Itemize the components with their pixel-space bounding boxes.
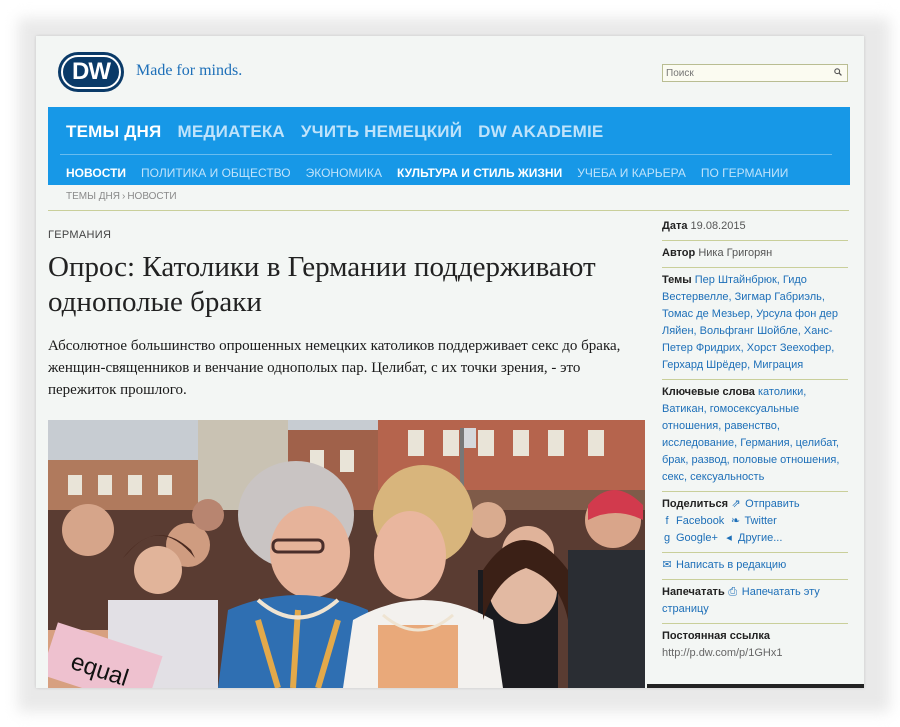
subnav-item-culture[interactable]: КУЛЬТУРА И СТИЛЬ ЖИЗНИ [397,166,562,180]
main-navigation: ТЕМЫ ДНЯ МЕДИАТЕКА УЧИТЬ НЕМЕЦКИЙ DW AKADEM… [48,107,850,185]
nav-divider [60,154,832,155]
date-value: 19.08.2015 [690,220,746,232]
keywords-links[interactable]: католики, Ватикан, гомосексуальные отнош… [662,386,839,483]
share-google-link[interactable]: Google+ [676,530,718,547]
search-input[interactable] [665,66,826,80]
search-box [662,64,848,82]
topics-links[interactable]: Пер Штайнбрюк, Гидо Вестервелле, Зигмар … [662,274,838,371]
sidebar-teaser-edge [647,684,864,688]
share-other-link[interactable]: Другие... [738,530,782,547]
tagline: Made for minds. [136,62,243,79]
permalink-value[interactable]: http://p.dw.com/p/1GHx1 [662,645,848,662]
meta-author: Автор Ника Григорян [662,241,848,268]
meta-share: Поделиться ⇗ Отправить f Facebook ❧ Twitter… [662,492,848,553]
nav-item-topics-of-day[interactable]: ТЕМЫ ДНЯ [66,122,161,142]
meta-topics: Темы Пер Штайнбрюк, Гидо Вестервелле, Зи… [662,268,848,380]
printer-icon: ⎙ [728,586,738,598]
secondary-nav: НОВОСТИ ПОЛИТИКА И ОБЩЕСТВО ЭКОНОМИКА КУЛЬТ… [66,164,803,182]
share-facebook-link[interactable]: Facebook [676,513,724,530]
divider-line [48,210,849,211]
facebook-icon: f [665,515,669,527]
article-kicker[interactable]: ГЕРМАНИЯ [48,229,111,241]
meta-permalink: Постоянная ссылка http://p.dw.com/p/1GHx… [662,624,848,667]
share-label: Поделиться [662,498,729,510]
author-value: Ника Григорян [698,247,773,259]
date-label: Дата [662,220,688,232]
twitter-icon: ❧ [730,515,741,527]
subnav-item-career[interactable]: УЧЕБА И КАРЬЕРА [577,166,686,180]
subnav-item-news[interactable]: НОВОСТИ [66,166,126,180]
permalink-label: Постоянная ссылка [662,630,770,642]
author-label: Автор [662,247,696,259]
write-editor-link[interactable]: Написать в редакцию [676,557,786,574]
search-icon[interactable] [834,68,842,76]
print-label: Напечатать [662,586,725,598]
share-send-link[interactable]: Отправить [745,496,800,513]
subnav-item-germany[interactable]: ПО ГЕРМАНИИ [701,166,789,180]
nav-item-dw-akademie[interactable]: DW AKADEMIE [478,122,603,142]
article-headline: Опрос: Католики в Германии поддерживают … [48,251,596,318]
subnav-item-economy[interactable]: ЭКОНОМИКА [306,166,382,180]
article-photo[interactable]: equal [48,420,645,688]
breadcrumb-item-topics[interactable]: ТЕМЫ ДНЯ [66,191,120,202]
share-twitter-link[interactable]: Twitter [744,513,776,530]
article-sidebar: Дата 19.08.2015 Автор Ника Григорян Темы… [662,214,848,667]
breadcrumb-separator: › [121,191,126,202]
meta-print: Напечатать ⎙ Напечатать эту страницу [662,580,848,624]
breadcrumb-item-news[interactable]: НОВОСТИ [127,191,176,202]
keywords-label: Ключевые слова [662,386,755,398]
breadcrumb: ТЕМЫ ДНЯ › НОВОСТИ [66,191,177,202]
nav-item-media-library[interactable]: МЕДИАТЕКА [177,122,284,142]
primary-nav: ТЕМЫ ДНЯ МЕДИАТЕКА УЧИТЬ НЕМЕЦКИЙ DW AKADEM… [66,122,619,142]
google-plus-icon: g [663,532,671,544]
nav-item-learn-german[interactable]: УЧИТЬ НЕМЕЦКИЙ [301,122,462,142]
mail-icon: ✉ [662,559,672,571]
subnav-item-politics[interactable]: ПОЛИТИКА И ОБЩЕСТВО [141,166,291,180]
dw-logo[interactable]: DW [58,52,124,92]
send-icon: ⇗ [731,498,741,510]
web-page: DW Made for minds. ТЕМЫ ДНЯ МЕДИАТЕКА УЧИТ… [36,36,864,688]
meta-feedback: ✉ Написать в редакцию [662,553,848,580]
article-lead: Абсолютное большинство опрошенных немецк… [48,338,621,398]
more-icon: ◂ [726,532,732,544]
meta-date: Дата 19.08.2015 [662,214,848,241]
meta-keywords: Ключевые слова католики, Ватикан, гомосе… [662,380,848,492]
photo-illustration: equal [48,420,645,688]
topics-label: Темы [662,274,692,286]
